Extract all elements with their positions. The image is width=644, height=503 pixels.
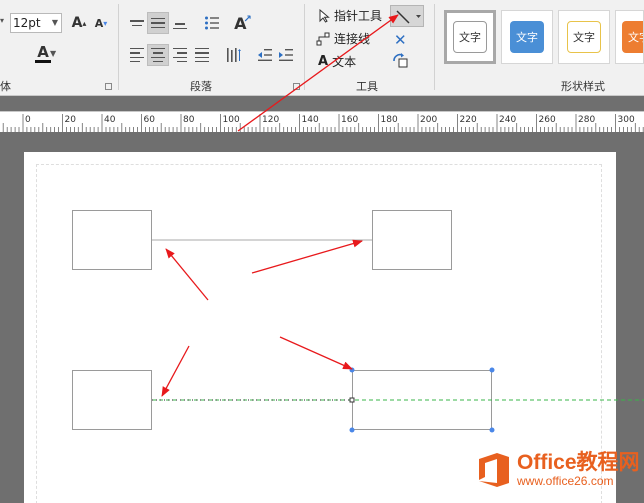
- annotation-arrow: [237, 14, 399, 132]
- handle-top-right: [489, 367, 495, 373]
- annotation-arrow: [161, 345, 190, 397]
- annotation-arrow: [251, 239, 363, 274]
- annotation-arrow: [279, 336, 353, 370]
- handle-bottom-left: [349, 427, 355, 433]
- annotation-overlay: [152, 14, 644, 433]
- handle-bottom-right: [489, 427, 495, 433]
- annotation-arrow: [165, 248, 209, 301]
- connection-point[interactable]: [349, 397, 355, 403]
